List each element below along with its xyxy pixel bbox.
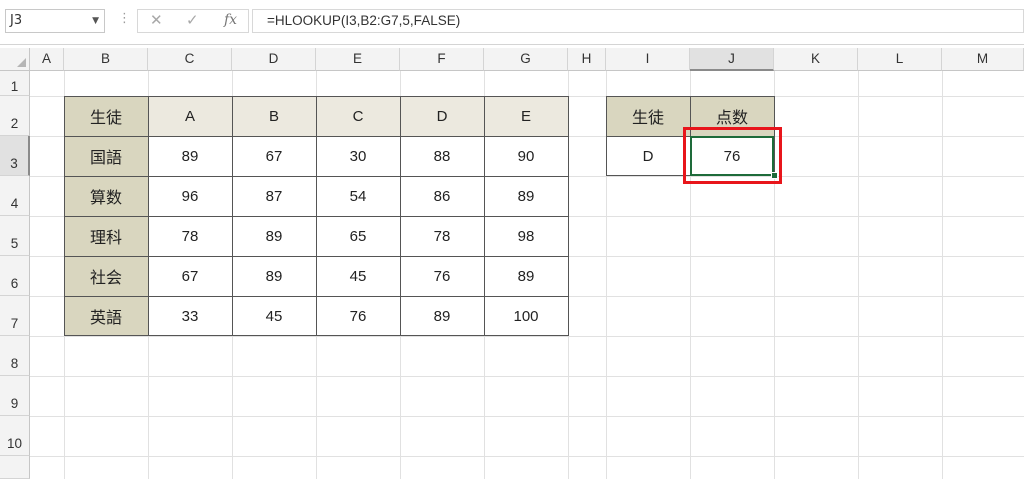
table-header-cell[interactable]: D xyxy=(400,96,484,136)
score-cell[interactable]: 89 xyxy=(400,296,484,336)
row-header-6[interactable]: 6 xyxy=(0,256,30,296)
lookup-label-student[interactable]: 生徒 xyxy=(606,96,690,136)
score-cell[interactable]: 89 xyxy=(484,256,568,296)
column-header-d[interactable]: D xyxy=(232,48,316,71)
subject-cell[interactable]: 理科 xyxy=(64,216,148,256)
row-header-7[interactable]: 7 xyxy=(0,296,30,336)
table-border xyxy=(568,96,569,336)
column-header-f[interactable]: F xyxy=(400,48,484,71)
table-header-cell[interactable]: C xyxy=(316,96,400,136)
score-cell[interactable]: 86 xyxy=(400,176,484,216)
name-box-value: J3 xyxy=(10,13,23,28)
score-cell[interactable]: 65 xyxy=(316,216,400,256)
score-cell[interactable]: 89 xyxy=(484,176,568,216)
table-header-cell[interactable]: B xyxy=(232,96,316,136)
row-header-1[interactable]: 1 xyxy=(0,71,30,96)
row-header-4[interactable]: 4 xyxy=(0,176,30,216)
enter-icon[interactable]: ✓ xyxy=(186,11,199,29)
score-cell[interactable]: 89 xyxy=(232,256,316,296)
table-header-cell[interactable]: A xyxy=(148,96,232,136)
table-border xyxy=(484,96,485,336)
name-box[interactable]: J3 ▼ xyxy=(5,9,105,33)
column-header-m[interactable]: M xyxy=(942,48,1024,71)
column-header-c[interactable]: C xyxy=(148,48,232,71)
score-cell[interactable]: 87 xyxy=(232,176,316,216)
score-cell[interactable]: 67 xyxy=(232,136,316,176)
score-cell[interactable]: 45 xyxy=(316,256,400,296)
table-border xyxy=(64,96,65,336)
score-cell[interactable]: 90 xyxy=(484,136,568,176)
column-header-a[interactable]: A xyxy=(30,48,64,71)
gridline xyxy=(30,416,1024,417)
subject-cell[interactable]: 英語 xyxy=(64,296,148,336)
subject-cell[interactable]: 算数 xyxy=(64,176,148,216)
subject-cell[interactable]: 国語 xyxy=(64,136,148,176)
row-header-10[interactable]: 10 xyxy=(0,416,30,456)
score-cell[interactable]: 78 xyxy=(148,216,232,256)
row-header-9[interactable]: 9 xyxy=(0,376,30,416)
row-header-11[interactable] xyxy=(0,456,30,479)
row-header-8[interactable]: 8 xyxy=(0,336,30,376)
table-header-student[interactable]: 生徒 xyxy=(64,96,148,136)
table-border xyxy=(400,96,401,336)
score-cell[interactable]: 78 xyxy=(400,216,484,256)
score-cell[interactable]: 45 xyxy=(232,296,316,336)
row-header-5[interactable]: 5 xyxy=(0,216,30,256)
insert-function-icon[interactable]: fx xyxy=(224,12,237,28)
score-cell[interactable]: 33 xyxy=(148,296,232,336)
score-cell[interactable]: 98 xyxy=(484,216,568,256)
column-header-b[interactable]: B xyxy=(64,48,148,71)
table-border xyxy=(232,96,233,336)
row-header-2[interactable]: 2 xyxy=(0,96,30,136)
column-header-e[interactable]: E xyxy=(316,48,400,71)
score-cell[interactable]: 54 xyxy=(316,176,400,216)
column-header-k[interactable]: K xyxy=(774,48,858,71)
column-header-l[interactable]: L xyxy=(858,48,942,71)
cancel-icon[interactable]: ✕ xyxy=(150,11,163,29)
subject-cell[interactable]: 社会 xyxy=(64,256,148,296)
formula-bar: J3 ▼ ⋮ ✕ ✓ fx =HLOOKUP(I3,B2:G7,5,FALSE) xyxy=(0,0,1024,45)
gridline xyxy=(858,71,859,479)
column-header-g[interactable]: G xyxy=(484,48,568,71)
table-border xyxy=(606,96,607,176)
score-cell[interactable]: 100 xyxy=(484,296,568,336)
row-header-3[interactable]: 3 xyxy=(0,136,30,176)
chevron-down-icon[interactable]: ▼ xyxy=(92,10,99,32)
table-border xyxy=(148,96,149,336)
highlight-box xyxy=(683,127,782,184)
more-options-icon: ⋮ xyxy=(118,11,131,26)
gridline xyxy=(30,456,1024,457)
gridline xyxy=(30,336,1024,337)
column-header-j[interactable]: J xyxy=(690,48,774,71)
gridline xyxy=(942,71,943,479)
select-all-corner[interactable] xyxy=(0,48,30,71)
table-header-cell[interactable]: E xyxy=(484,96,568,136)
lookup-student-cell[interactable]: D xyxy=(606,136,690,176)
score-cell[interactable]: 76 xyxy=(400,256,484,296)
formula-buttons: ✕ ✓ fx xyxy=(137,9,249,33)
score-cell[interactable]: 30 xyxy=(316,136,400,176)
score-cell[interactable]: 67 xyxy=(148,256,232,296)
score-cell[interactable]: 96 xyxy=(148,176,232,216)
score-cell[interactable]: 89 xyxy=(148,136,232,176)
column-header-h[interactable]: H xyxy=(568,48,606,71)
score-cell[interactable]: 89 xyxy=(232,216,316,256)
table-border xyxy=(316,96,317,336)
score-cell[interactable]: 76 xyxy=(316,296,400,336)
gridline xyxy=(30,376,1024,377)
column-header-i[interactable]: I xyxy=(606,48,690,71)
score-cell[interactable]: 88 xyxy=(400,136,484,176)
formula-input[interactable]: =HLOOKUP(I3,B2:G7,5,FALSE) xyxy=(252,9,1024,33)
